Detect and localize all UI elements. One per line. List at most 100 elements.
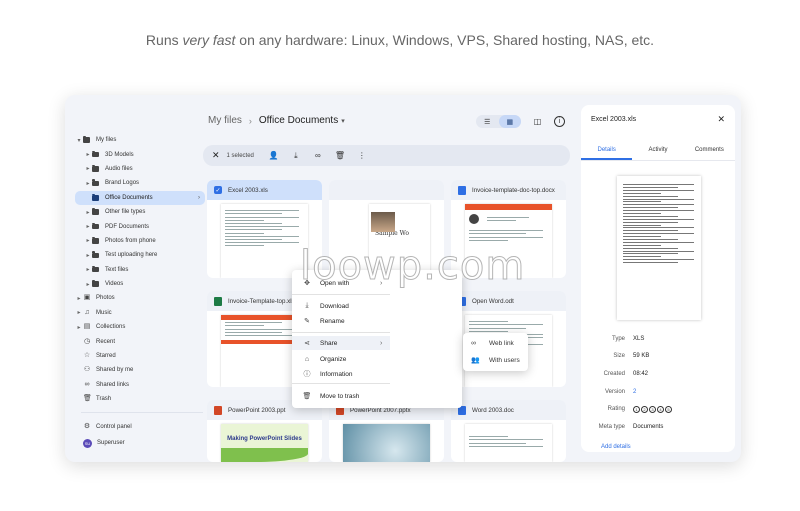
info-icon: ⓘ	[303, 371, 311, 378]
sidebar-item-trash[interactable]: 🗑 Trash	[75, 392, 205, 406]
property-row: Size 59 KB	[581, 348, 735, 366]
close-icon[interactable]: ✕	[212, 150, 220, 161]
chevron-right-icon[interactable]: ▸	[75, 309, 83, 316]
chevron-right-icon[interactable]: ▸	[84, 266, 92, 273]
info-icon[interactable]: i	[554, 116, 565, 127]
rating-star-icon[interactable]: 3	[649, 405, 656, 413]
menu-item-rename[interactable]: ✎ Rename	[292, 314, 462, 328]
rating-star-icon[interactable]: 2	[641, 405, 648, 413]
sidebar-item-office-documents[interactable]: Office Documents ›	[75, 190, 205, 205]
menu-item-information[interactable]: ⓘ Information	[292, 367, 462, 381]
menu-item-web-link[interactable]: ∞ Web link	[463, 336, 528, 350]
sidebar-item-shared-by-me[interactable]: ⚇ Shared by me	[75, 363, 205, 377]
sidebar-item-shared-links[interactable]: ∞ Shared links	[75, 378, 205, 392]
checkbox-checked-icon[interactable]: ✓	[214, 186, 222, 194]
chevron-right-icon[interactable]: ▸	[84, 209, 92, 216]
breadcrumb-root[interactable]: My files	[208, 115, 242, 126]
chevron-right-icon[interactable]: ▸	[84, 165, 92, 172]
rating-star-icon[interactable]: 4	[657, 405, 664, 413]
user-menu[interactable]: SU Superuser	[75, 436, 205, 450]
sidebar-item-other-file-types[interactable]: ▸ Other file types	[75, 205, 205, 219]
chevron-right-icon: ›	[248, 115, 252, 126]
sidebar-item-label: Photos from phone	[105, 237, 156, 244]
starred-icon: ☆	[83, 352, 91, 360]
folder-icon	[92, 222, 99, 230]
sidebar-item-text-files[interactable]: ▸ Text files	[75, 263, 205, 277]
sidebar-sections: ▸ ▣ Photos ▸ ♫ Music ▸ ▤ Collections ◷ Recent ☆ Star…	[75, 291, 205, 406]
chevron-right-icon[interactable]: ▸	[84, 180, 92, 187]
tab-comments[interactable]: Comments	[684, 147, 735, 160]
property-value: XLS	[633, 335, 645, 342]
chevron-right-icon[interactable]: ▸	[84, 237, 92, 244]
panel-toggle-icon[interactable]: ◫	[532, 116, 543, 127]
tagline: Runs very fast on any hardware: Linux, W…	[0, 32, 800, 48]
sidebar-item-music[interactable]: ▸ ♫ Music	[75, 306, 205, 320]
chevron-right-icon[interactable]: ▸	[84, 252, 92, 259]
sidebar-item-label: My files	[96, 137, 117, 144]
list-view-button[interactable]: ☰	[476, 115, 499, 128]
download-icon[interactable]: ⤓	[285, 151, 307, 161]
menu-item-with-users[interactable]: 👥 With users	[463, 353, 528, 367]
sidebar-item-test-uploading-here[interactable]: ▸ Test uploading here	[75, 248, 205, 262]
sidebar-item-starred[interactable]: ☆ Starred	[75, 349, 205, 363]
folder-tree: ▾ My files ▸ 3D Models ▸ Audio files ▸ Brand Lo…	[75, 133, 205, 291]
sidebar-item-label: Trash	[96, 396, 112, 403]
link-icon[interactable]: ∞	[307, 151, 329, 160]
menu-item-share[interactable]: ⋖ Share ›	[292, 336, 390, 350]
chevron-right-icon[interactable]: ▸	[84, 281, 92, 288]
property-row: Meta type Documents	[581, 418, 735, 436]
property-key: Size	[613, 353, 625, 360]
sidebar-item-brand-logos[interactable]: ▸ Brand Logos	[75, 176, 205, 190]
file-name: Invoice-Template-top.xlsx	[228, 297, 298, 305]
sidebar-item-my-files[interactable]: ▾ My files	[75, 133, 205, 147]
sidebar-item-photos[interactable]: ▸ ▣ Photos	[75, 291, 205, 305]
file-thumbnail	[343, 424, 430, 462]
control-panel-link[interactable]: ⚙ Control panel	[75, 419, 205, 433]
file-card[interactable]: Word 2003.doc	[451, 400, 566, 462]
sidebar-item-photos-from-phone[interactable]: ▸ Photos from phone	[75, 234, 205, 248]
chevron-right-icon[interactable]: ▸	[75, 324, 83, 331]
chevron-down-icon[interactable]: ▾	[341, 117, 345, 125]
word-file-icon	[458, 185, 466, 195]
folder-icon	[92, 165, 99, 172]
property-row: Version 2	[581, 383, 735, 401]
sidebar-item-label: Other file types	[105, 209, 146, 216]
chevron-right-icon[interactable]: ▸	[84, 223, 92, 230]
breadcrumb-current[interactable]: Office Documents	[259, 115, 338, 126]
sidebar-item-videos[interactable]: ▸ Videos	[75, 277, 205, 291]
grid-view-button[interactable]: ▦	[498, 115, 521, 128]
property-value: 59 KB	[633, 353, 650, 360]
property-value[interactable]: 2	[633, 389, 636, 395]
close-icon[interactable]: ✕	[717, 114, 725, 125]
menu-item-organize[interactable]: ⌂ Organize	[292, 352, 462, 366]
file-card[interactable]: PowerPoint 2007.pptx	[329, 400, 444, 462]
menu-divider	[292, 332, 390, 333]
chevron-right-icon[interactable]: ▸	[75, 295, 83, 302]
sidebar-item-label: Music	[96, 309, 112, 316]
sidebar-item-recent[interactable]: ◷ Recent	[75, 334, 205, 348]
recent-icon: ◷	[83, 337, 91, 345]
link-icon: ∞	[471, 339, 476, 347]
rating-star-icon[interactable]: 5	[665, 405, 672, 413]
selection-count: 1 selected	[226, 152, 254, 159]
add-details-link[interactable]: Add details	[601, 444, 631, 450]
chevron-down-icon[interactable]: ▾	[75, 137, 83, 144]
rating-star-icon[interactable]: 1	[633, 405, 640, 413]
menu-item-download[interactable]: ⤓ Download	[292, 299, 462, 313]
menu-item-move-to-trash[interactable]: 🗑 Move to trash	[292, 389, 462, 403]
file-card[interactable]: PowerPoint 2003.ppt Making PowerPoint Sl…	[207, 400, 322, 462]
sidebar-item-collections[interactable]: ▸ ▤ Collections	[75, 320, 205, 334]
chevron-right-icon[interactable]: ▸	[84, 151, 92, 158]
tab-details[interactable]: Details	[581, 147, 633, 160]
add-user-icon[interactable]: 👤	[263, 151, 285, 160]
trash-icon[interactable]: 🗑	[329, 151, 351, 160]
sidebar-item-audio-files[interactable]: ▸ Audio files	[75, 162, 205, 176]
context-menu: ✥ Open with › ⤓ Download ✎ Rename ⋖ Share › ⌂ O…	[292, 270, 462, 408]
more-icon[interactable]: ⋮	[351, 151, 373, 160]
details-panel: Excel 2003.xls ✕ Details Activity Commen…	[581, 105, 735, 452]
sidebar-item-3d-models[interactable]: ▸ 3D Models	[75, 147, 205, 161]
sidebar-item-pdf-documents[interactable]: ▸ PDF Documents	[75, 219, 205, 233]
tab-activity[interactable]: Activity	[632, 147, 683, 160]
thumbnail-text: Making PowerPoint Slides	[227, 436, 302, 442]
rating-stars[interactable]: 12345	[633, 405, 672, 413]
